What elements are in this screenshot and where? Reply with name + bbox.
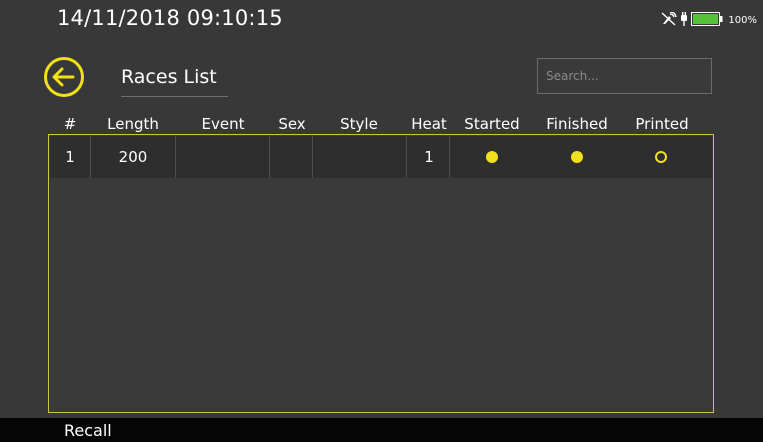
status-icons: 100% (661, 11, 757, 30)
finished-indicator (571, 151, 583, 163)
gps-off-icon (661, 11, 678, 30)
column-header-finished[interactable]: Finished (546, 115, 607, 133)
page-title: Races List (121, 66, 217, 88)
battery-icon (691, 11, 723, 30)
recall-button[interactable]: Recall (64, 421, 112, 440)
cell-sex (270, 136, 313, 178)
cell-number-value: 1 (65, 148, 75, 166)
cell-style (313, 136, 407, 178)
page-title-container: Races List (121, 64, 228, 97)
plug-icon (680, 11, 688, 30)
column-header-sex[interactable]: Sex (278, 115, 305, 133)
status-bar: 14/11/2018 09:10:15 100% (0, 0, 763, 38)
table-row[interactable]: 1 200 1 (50, 136, 712, 178)
cell-heat-value: 1 (424, 148, 434, 166)
search-input[interactable] (537, 58, 712, 94)
cell-length-value: 200 (118, 148, 148, 166)
column-header-style[interactable]: Style (340, 115, 378, 133)
column-header-printed[interactable]: Printed (635, 115, 688, 133)
printed-indicator (655, 151, 667, 163)
datetime: 14/11/2018 09:10:15 (57, 6, 283, 30)
column-header-number[interactable]: # (64, 115, 77, 133)
cell-status (450, 136, 712, 178)
cell-event (176, 136, 270, 178)
cell-length: 200 (91, 136, 176, 178)
column-header-started[interactable]: Started (464, 115, 519, 133)
back-button[interactable] (43, 56, 85, 98)
column-header-length[interactable]: Length (107, 115, 159, 133)
cell-heat: 1 (407, 136, 450, 178)
started-indicator (486, 151, 498, 163)
battery-percent: 100% (728, 15, 757, 26)
arrow-left-circle-icon (44, 57, 84, 97)
footer-bar: Recall (0, 418, 763, 442)
column-header-heat[interactable]: Heat (411, 115, 447, 133)
cell-number: 1 (50, 136, 91, 178)
column-header-event[interactable]: Event (202, 115, 245, 133)
